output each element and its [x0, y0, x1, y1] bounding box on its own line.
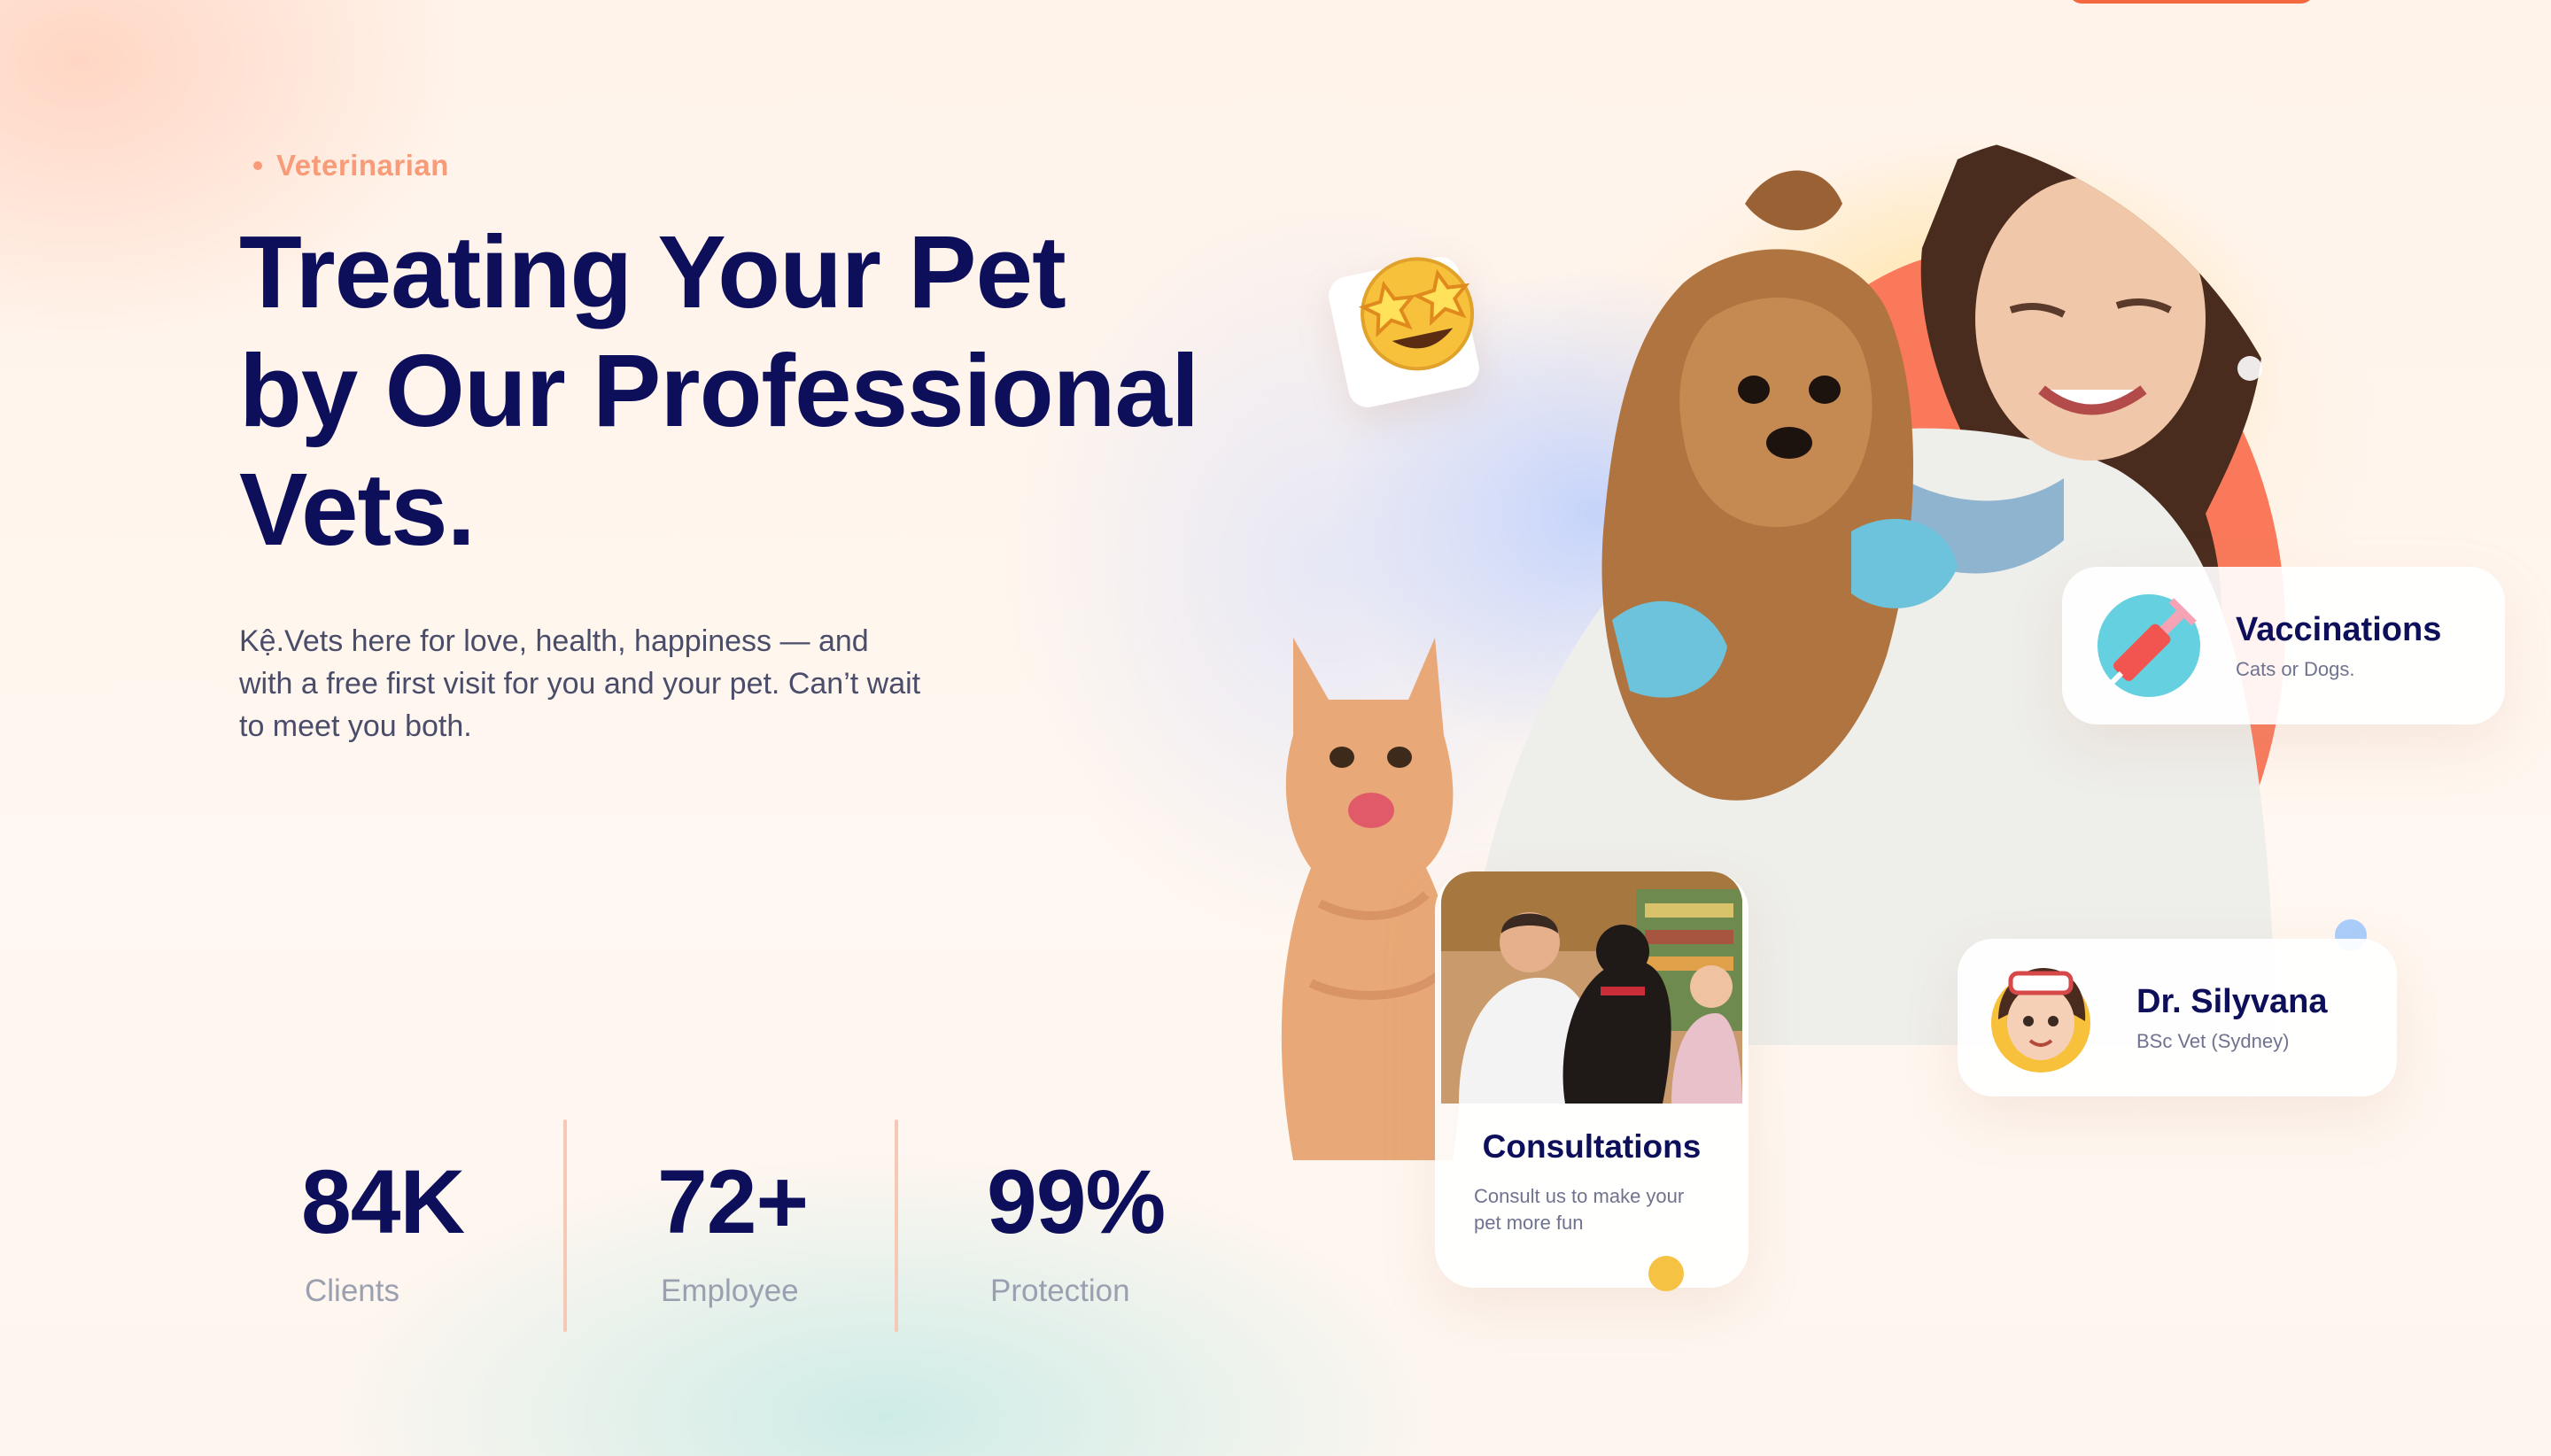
hero-description: Kệ.Vets here for love, health, happiness…: [239, 624, 921, 743]
headline-line-1: Treating Your Pet: [239, 214, 1066, 329]
eyebrow-label: Veterinarian: [276, 149, 449, 182]
stat-label: Clients: [305, 1274, 399, 1308]
stat-protection: 99% Protection: [898, 1119, 1270, 1332]
consultation-photo: [1441, 871, 1742, 1104]
consultations-subtitle: Consult us to make your pet more fun: [1474, 1185, 1685, 1234]
doctor-credential: BSc Vet (Sydney): [2136, 1029, 2290, 1052]
nav-cta-edge[interactable]: [2069, 0, 2314, 4]
consultations-title: Consultations: [1482, 1128, 1702, 1165]
vaccinations-card[interactable]: Vaccinations Cats or Dogs.: [2062, 567, 2505, 724]
eyebrow-dot-icon: [253, 161, 262, 170]
headline-line-2: by Our Professional: [239, 333, 1199, 448]
vaccinations-subtitle: Cats or Dogs.: [2236, 657, 2355, 680]
syringe-icon: [2097, 594, 2200, 697]
stat-clients: 84K Clients: [239, 1119, 563, 1332]
hero-artwork: Vaccinations Cats or Dogs. Dr. Silyvana …: [1258, 106, 2551, 1346]
doctor-name: Dr. Silyvana: [2136, 982, 2328, 1020]
consultations-card[interactable]: Consultations Consult us to make your pe…: [1435, 871, 1748, 1288]
star-struck-emoji-icon: [1325, 253, 1483, 411]
stat-value: 72+: [657, 1151, 809, 1252]
hero-headline: Treating Your Pet by Our Professional Ve…: [239, 213, 1231, 569]
doctor-avatar-icon: [1981, 957, 2101, 1078]
stat-value: 84K: [301, 1151, 465, 1252]
stat-value: 99%: [987, 1151, 1166, 1252]
stat-label: Employee: [661, 1274, 799, 1308]
stats-row: 84K Clients 72+ Employee 99% Protection: [239, 1119, 1270, 1332]
eyebrow: Veterinarian: [253, 149, 449, 182]
decor-dot: [2237, 356, 2262, 381]
stat-employee: 72+ Employee: [567, 1119, 895, 1332]
decor-dot: [1648, 1256, 1684, 1291]
vaccinations-title: Vaccinations: [2236, 610, 2442, 648]
stat-label: Protection: [990, 1274, 1130, 1308]
headline-line-3: Vets.: [239, 452, 476, 567]
doctor-card[interactable]: Dr. Silyvana BSc Vet (Sydney): [1958, 939, 2397, 1096]
